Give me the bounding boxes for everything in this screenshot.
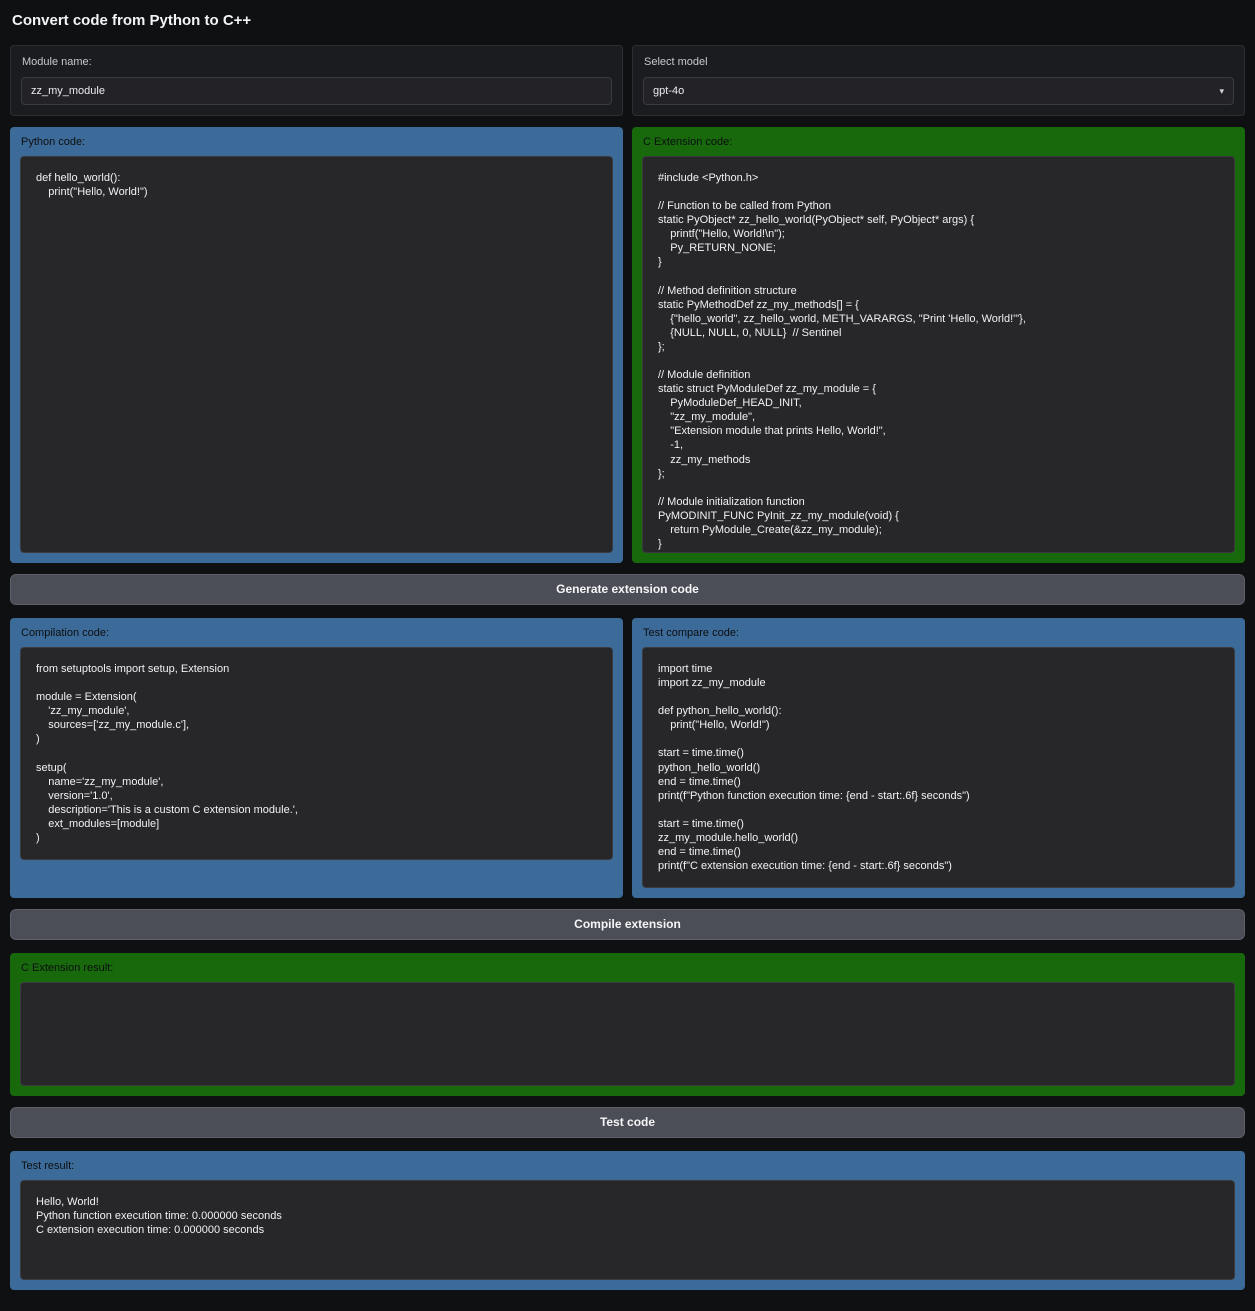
c-extension-result-output[interactable] — [20, 982, 1235, 1086]
test-compare-code-panel: Test compare code: import time import zz… — [632, 618, 1245, 898]
code-row-2: Compilation code: from setuptools import… — [10, 618, 1245, 898]
c-extension-result-panel: C Extension result: — [10, 953, 1245, 1096]
generate-extension-code-button[interactable]: Generate extension code — [10, 574, 1245, 605]
app-root: Convert code from Python to C++ Module n… — [0, 0, 1255, 1311]
python-code-label: Python code: — [21, 136, 612, 148]
module-name-group: Module name: — [10, 45, 623, 116]
c-extension-code-panel: C Extension code: #include <Python.h> //… — [632, 127, 1245, 563]
test-code-button[interactable]: Test code — [10, 1107, 1245, 1138]
compilation-code-editor[interactable]: from setuptools import setup, Extension … — [20, 647, 613, 860]
code-row-1: Python code: def hello_world(): print("H… — [10, 127, 1245, 563]
model-select-label: Select model — [644, 56, 1233, 68]
module-name-input[interactable] — [21, 77, 612, 105]
python-code-editor[interactable]: def hello_world(): print("Hello, World!"… — [20, 156, 613, 553]
python-code-panel: Python code: def hello_world(): print("H… — [10, 127, 623, 563]
model-select-group: Select model gpt-4o ▾ — [632, 45, 1245, 116]
c-extension-code-label: C Extension code: — [643, 136, 1234, 148]
c-extension-result-label: C Extension result: — [21, 962, 1234, 974]
test-compare-code-label: Test compare code: — [643, 627, 1234, 639]
model-select[interactable]: gpt-4o ▾ — [643, 77, 1234, 105]
module-name-label: Module name: — [22, 56, 611, 68]
test-compare-code-editor[interactable]: import time import zz_my_module def pyth… — [642, 647, 1235, 888]
model-select-value: gpt-4o — [653, 85, 684, 97]
test-result-output[interactable]: Hello, World! Python function execution … — [20, 1180, 1235, 1280]
controls-row: Module name: Select model gpt-4o ▾ — [10, 45, 1245, 116]
test-result-label: Test result: — [21, 1160, 1234, 1172]
compile-extension-button[interactable]: Compile extension — [10, 909, 1245, 940]
c-extension-code-editor[interactable]: #include <Python.h> // Function to be ca… — [642, 156, 1235, 553]
compilation-code-label: Compilation code: — [21, 627, 612, 639]
compilation-code-panel: Compilation code: from setuptools import… — [10, 618, 623, 898]
test-result-panel: Test result: Hello, World! Python functi… — [10, 1151, 1245, 1290]
page-title: Convert code from Python to C++ — [12, 12, 1243, 29]
chevron-down-icon: ▾ — [1219, 86, 1224, 97]
